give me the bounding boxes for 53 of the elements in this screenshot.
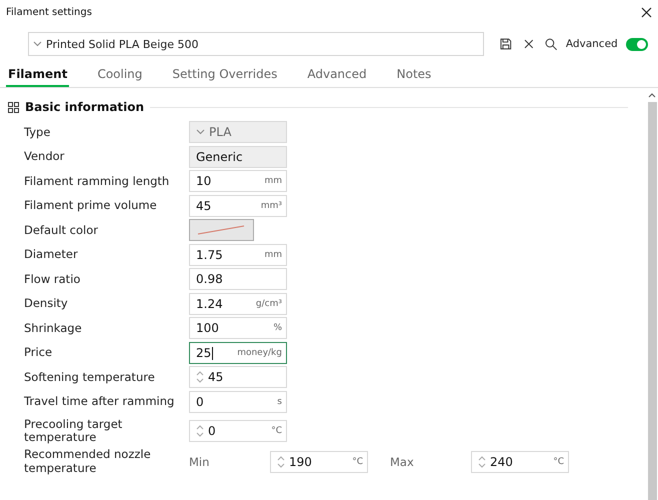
spin-field[interactable]: 0 °C (189, 420, 287, 442)
chevron-down-icon (33, 41, 42, 47)
grid-icon (8, 102, 19, 112)
field-label: Default color (24, 224, 99, 237)
input-field[interactable]: 25 money/kg (189, 342, 287, 364)
spin-field[interactable]: 45 (189, 366, 287, 388)
advanced-toggle[interactable] (626, 38, 648, 50)
window-title: Filament settings (6, 6, 92, 18)
field-label: Type (24, 126, 52, 139)
field-label: Filament ramming length (24, 174, 170, 188)
input-field[interactable]: 100 % (189, 317, 287, 340)
input-field[interactable]: 0.98 (189, 268, 287, 290)
field-label: Diameter (24, 248, 79, 262)
chevron-down-icon (196, 129, 205, 136)
advanced-label: Advanced (566, 38, 618, 50)
spin-field[interactable]: 190 °C (270, 450, 368, 473)
scrollbar-thumb[interactable] (648, 102, 656, 500)
min-label: Min (189, 454, 210, 469)
field-label: Recommended nozzle temperature (24, 448, 152, 475)
color-swatch[interactable] (189, 219, 254, 242)
input-field[interactable]: 1.75 mm (189, 244, 287, 266)
spin-field[interactable]: 240 °C (471, 450, 569, 473)
search-icon[interactable] (545, 38, 558, 50)
section-title: Basic information (25, 100, 144, 114)
tab[interactable]: Filament (6, 64, 70, 87)
max-label: Max (390, 454, 415, 469)
scroll-up-icon[interactable] (648, 92, 656, 98)
field-label: Price (24, 346, 54, 360)
tab[interactable]: Cooling (95, 64, 144, 87)
field-label: Filament prime volume (24, 199, 158, 212)
field-label: Precooling target temperature (24, 418, 124, 444)
spin-arrows-icon[interactable] (478, 454, 486, 470)
input-field[interactable]: 0 s (189, 390, 287, 413)
field-label: Shrinkage (24, 322, 83, 335)
preset-dropdown[interactable]: Printed Solid PLA Beige 500 (28, 32, 484, 56)
field-label: Travel time after ramming (24, 395, 176, 408)
close-icon[interactable] (524, 39, 534, 49)
input-field[interactable]: 45 mm³ (189, 194, 287, 217)
tab[interactable]: Notes (394, 64, 434, 87)
tab[interactable]: Advanced (305, 64, 369, 87)
close-icon[interactable] (641, 6, 652, 18)
input-field[interactable]: 10 mm (189, 170, 287, 192)
save-icon[interactable] (500, 38, 512, 50)
field-label: Vendor (24, 150, 66, 164)
vendor-field[interactable]: Generic (189, 146, 287, 168)
spin-arrows-icon[interactable] (196, 369, 204, 386)
field-label: Flow ratio (24, 272, 82, 286)
tab[interactable]: Setting Overrides (170, 64, 280, 87)
field-label: Softening temperature (24, 370, 156, 384)
spin-arrows-icon[interactable] (196, 423, 204, 440)
field-label: Density (24, 297, 69, 310)
input-field[interactable]: 1.24 g/cm³ (189, 292, 287, 315)
spin-arrows-icon[interactable] (277, 454, 285, 470)
